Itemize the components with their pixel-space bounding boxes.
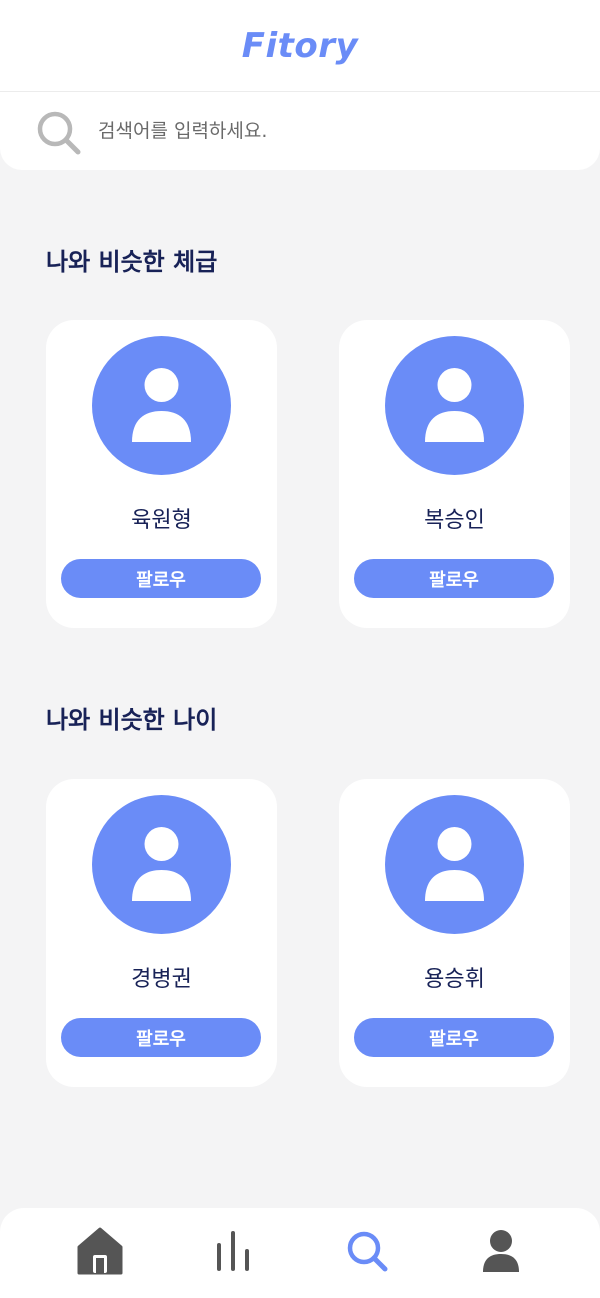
user-avatar-icon xyxy=(385,336,524,475)
search-input[interactable] xyxy=(98,112,558,150)
section-title-similar-age: 나와 비슷한 나이 xyxy=(46,706,218,734)
user-name: 경병권 xyxy=(131,967,192,992)
search-icon xyxy=(345,1229,389,1277)
follow-button[interactable]: 팔로우 xyxy=(61,1018,261,1057)
app-header: Fitory xyxy=(0,0,600,92)
stats-icon xyxy=(213,1229,253,1277)
home-icon xyxy=(77,1227,123,1279)
search-bar xyxy=(0,92,600,170)
section-title-similar-weight: 나와 비슷한 체급 xyxy=(46,248,218,276)
user-card[interactable]: 복승인 팔로우 xyxy=(339,320,570,628)
user-card[interactable]: 육원형 팔로우 xyxy=(46,320,277,628)
user-card[interactable]: 용승휘 팔로우 xyxy=(339,779,570,1087)
nav-search[interactable] xyxy=(337,1226,397,1280)
user-name: 육원형 xyxy=(131,508,192,533)
user-avatar-icon xyxy=(385,795,524,934)
user-card[interactable]: 경병권 팔로우 xyxy=(46,779,277,1087)
follow-button[interactable]: 팔로우 xyxy=(61,559,261,598)
bottom-nav xyxy=(0,1208,600,1298)
profile-icon xyxy=(481,1228,521,1278)
follow-button[interactable]: 팔로우 xyxy=(354,559,554,598)
user-name: 복승인 xyxy=(424,508,485,533)
search-icon[interactable] xyxy=(36,110,82,156)
app-screen: Fitory 나와 비슷한 체급 육원형 팔로우 복승인 팔로우 나와 비슷한 … xyxy=(0,0,600,1298)
follow-button[interactable]: 팔로우 xyxy=(354,1018,554,1057)
user-name: 용승휘 xyxy=(424,967,485,992)
nav-home[interactable] xyxy=(70,1226,130,1280)
user-avatar-icon xyxy=(92,795,231,934)
nav-profile[interactable] xyxy=(471,1226,531,1280)
nav-stats[interactable] xyxy=(203,1226,263,1280)
user-avatar-icon xyxy=(92,336,231,475)
app-logo[interactable]: Fitory xyxy=(242,26,358,66)
